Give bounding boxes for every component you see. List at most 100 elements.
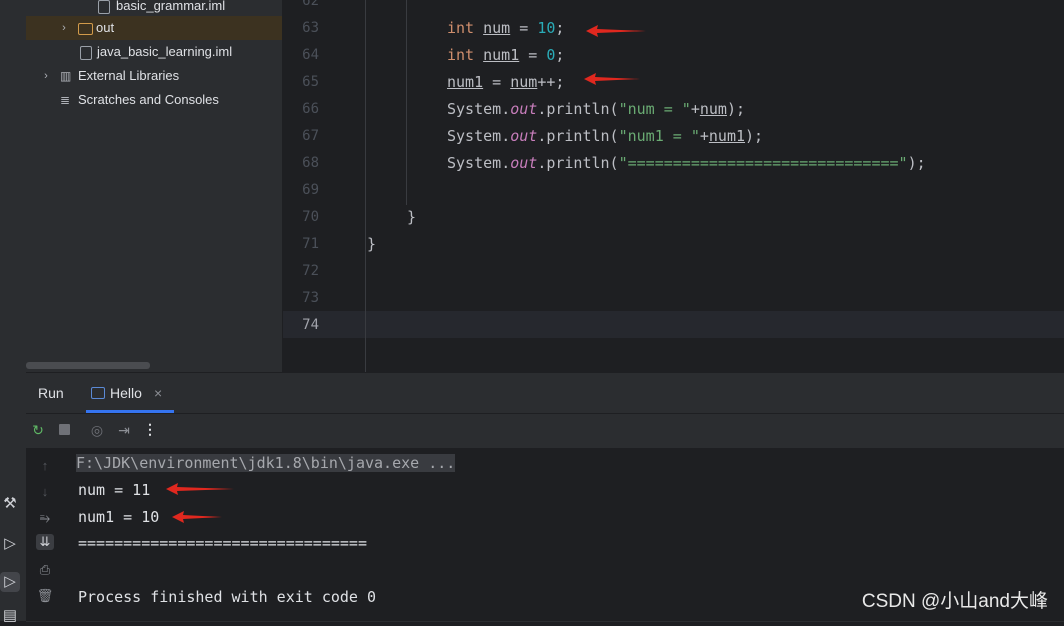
token-operator: + <box>690 100 700 118</box>
tab-label: Hello <box>110 385 142 401</box>
annotation-arrow <box>166 483 234 495</box>
line-number: 71 <box>302 236 319 252</box>
token-variable: num1 <box>708 127 746 145</box>
line-number: 62 <box>302 0 319 9</box>
code-line-71: } <box>367 235 377 253</box>
tree-item-label: java_basic_learning.iml <box>97 44 233 59</box>
scroll-up-icon[interactable]: ↑ <box>36 458 54 473</box>
token-punct: ); <box>907 154 926 172</box>
token-string: "num1 = " <box>618 127 700 145</box>
token-method: println( <box>546 127 619 145</box>
token-method: println( <box>546 154 619 172</box>
console-side-toolbar: ↑ ↓ ⥱ ⇊ ⎙ 🗑 <box>26 448 64 621</box>
library-icon: ▥ <box>60 69 72 83</box>
token-variable: num <box>699 100 727 118</box>
token-punct: ); <box>745 127 764 145</box>
code-line-68: System.out.println("====================… <box>447 154 926 172</box>
token-operator: = <box>510 19 538 37</box>
line-number: 73 <box>302 290 319 306</box>
clear-icon[interactable]: 🗑 <box>36 588 54 604</box>
line-number: 72 <box>302 263 319 279</box>
token-punct: . <box>501 127 511 145</box>
console-tab-icon <box>91 387 105 399</box>
token-punct: ; <box>555 19 565 37</box>
token-punct: . <box>501 154 511 172</box>
token-method: println( <box>546 100 619 118</box>
watermark: CSDN @小山and大峰 <box>861 591 1048 612</box>
file-icon <box>98 0 110 14</box>
line-number: 65 <box>302 74 319 90</box>
token-variable: num1 <box>447 73 484 91</box>
line-number: 70 <box>302 209 319 225</box>
code-line-66: System.out.println("num = "+num); <box>447 100 745 118</box>
code-line-65: num1 = num++; <box>447 73 564 91</box>
token-field: out <box>510 127 538 145</box>
token-field: out <box>510 100 538 118</box>
tree-item-out[interactable]: › out <box>26 16 282 40</box>
run-panel-title: Run <box>38 385 64 401</box>
token-class: System <box>447 154 502 172</box>
build-icon[interactable]: ⚒ <box>0 494 20 514</box>
scratches-icon: ≣ <box>60 93 71 107</box>
project-tree: basic_grammar.iml › out java_basic_learn… <box>26 0 282 372</box>
token-operator: = <box>519 46 547 64</box>
line-number: 66 <box>302 101 319 117</box>
screenshot-icon[interactable]: ◎ <box>88 422 106 439</box>
token-punct: ; <box>555 46 565 64</box>
code-line-70: } <box>407 208 417 226</box>
line-number: 69 <box>302 182 319 198</box>
token-punct: . <box>501 100 511 118</box>
console-line: Process finished with exit code 0 <box>78 588 377 606</box>
stop-icon[interactable] <box>59 424 70 435</box>
tab-hello[interactable]: Hello × <box>86 373 204 413</box>
tree-item-label: out <box>96 20 115 35</box>
run-tool-icon[interactable]: ▷ <box>0 572 20 592</box>
editor-content: 62 63 64 65 66 67 68 69 70 71 72 73 74 i… <box>283 0 1064 372</box>
tree-item-scratches[interactable]: ≣ Scratches and Consoles <box>26 88 282 112</box>
token-operator: = <box>483 73 511 91</box>
tree-item-label: Scratches and Consoles <box>78 92 219 107</box>
chevron-right-icon[interactable]: › <box>58 16 70 40</box>
soft-wrap-icon[interactable]: ⥱ <box>36 510 54 526</box>
console-line: num1 = 10 <box>78 508 160 526</box>
line-number: 63 <box>302 20 319 36</box>
tree-item-java-basic-learning[interactable]: java_basic_learning.iml <box>26 40 282 64</box>
console-line: ================================ <box>78 534 367 552</box>
line-number-current: 74 <box>302 317 319 333</box>
token-class: System <box>447 100 502 118</box>
terminal-icon[interactable]: ▤ <box>0 606 20 626</box>
export-icon[interactable]: ⇥ <box>115 422 133 439</box>
token-operator: + <box>699 127 709 145</box>
run-toolbar: ↻ ◎ ⇥ ⋮ <box>26 414 1064 447</box>
services-icon[interactable]: ▷ <box>0 534 20 554</box>
tree-horizontal-scrollbar[interactable] <box>26 362 150 369</box>
token-number: 10 <box>537 19 556 37</box>
more-options-icon[interactable]: ⋮ <box>141 421 159 438</box>
token-punct: ); <box>726 100 746 118</box>
tree-item-label: External Libraries <box>78 68 180 83</box>
token-keyword: int <box>447 19 475 37</box>
chevron-right-icon[interactable]: › <box>40 64 52 88</box>
tab-active-indicator <box>86 410 174 413</box>
print-icon[interactable]: ⎙ <box>36 562 54 578</box>
scroll-to-end-icon[interactable]: ⇊ <box>36 534 54 550</box>
token-punct: ++; <box>537 73 565 91</box>
token-punct: . <box>537 154 547 172</box>
token-variable: num <box>510 73 538 91</box>
tab-close-icon[interactable]: × <box>154 385 162 401</box>
line-number: 67 <box>302 128 319 144</box>
token-string: "num = " <box>618 100 691 118</box>
annotation-arrow <box>584 73 640 85</box>
scroll-down-icon[interactable]: ↓ <box>36 484 54 499</box>
token-string: "==============================" <box>618 154 908 172</box>
code-line-64: int num1 = 0; <box>447 46 564 64</box>
token-variable: num <box>483 19 511 37</box>
tree-item-external-libraries[interactable]: › ▥ External Libraries <box>26 64 282 88</box>
folder-icon <box>78 23 93 35</box>
code-line-63: int num = 10; <box>447 19 564 37</box>
annotation-arrow <box>172 511 222 523</box>
token-variable: num1 <box>483 46 520 64</box>
rerun-icon[interactable]: ↻ <box>29 422 47 439</box>
code-line-67: System.out.println("num1 = "+num1); <box>447 127 763 145</box>
token-punct: . <box>537 127 547 145</box>
